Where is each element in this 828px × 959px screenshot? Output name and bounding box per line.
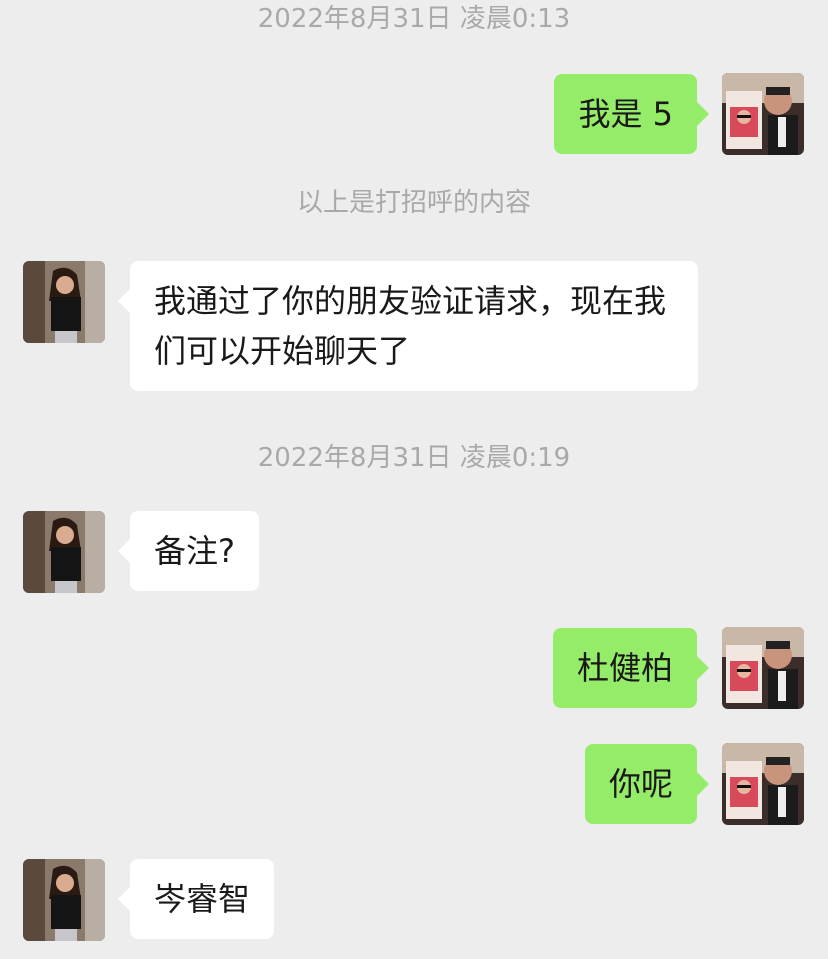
self-avatar[interactable]: [722, 73, 804, 155]
self-avatar[interactable]: [722, 627, 804, 709]
sent-message-bubble[interactable]: 我是 5: [554, 74, 709, 154]
self-avatar-image: [722, 73, 804, 155]
sent-message-bubble[interactable]: 杜健柏: [552, 628, 710, 708]
timestamp: 2022年8月31日 凌晨0:13: [257, 4, 571, 34]
contact-avatar[interactable]: [23, 261, 105, 343]
contact-avatar-image: [23, 511, 105, 593]
contact-avatar[interactable]: [23, 511, 105, 593]
received-message-bubble[interactable]: 岑睿智: [117, 859, 275, 939]
self-avatar[interactable]: [722, 743, 804, 825]
contact-avatar[interactable]: [23, 859, 105, 941]
chat-view: 2022年8月31日 凌晨0:13 我是 5 以上是打招呼的内容 我通过了你的朋…: [0, 0, 828, 959]
timestamp: 2022年8月31日 凌晨0:19: [257, 443, 571, 473]
received-message-bubble[interactable]: 我通过了你的朋友验证请求，现在我们可以开始聊天了: [118, 261, 698, 391]
sent-message-bubble[interactable]: 你呢: [584, 744, 710, 824]
contact-avatar-image: [23, 261, 105, 343]
system-note: 以上是打招呼的内容: [296, 188, 531, 218]
self-avatar-image: [722, 743, 804, 825]
received-message-bubble[interactable]: 备注?: [118, 511, 259, 591]
self-avatar-image: [722, 627, 804, 709]
contact-avatar-image: [23, 859, 105, 941]
